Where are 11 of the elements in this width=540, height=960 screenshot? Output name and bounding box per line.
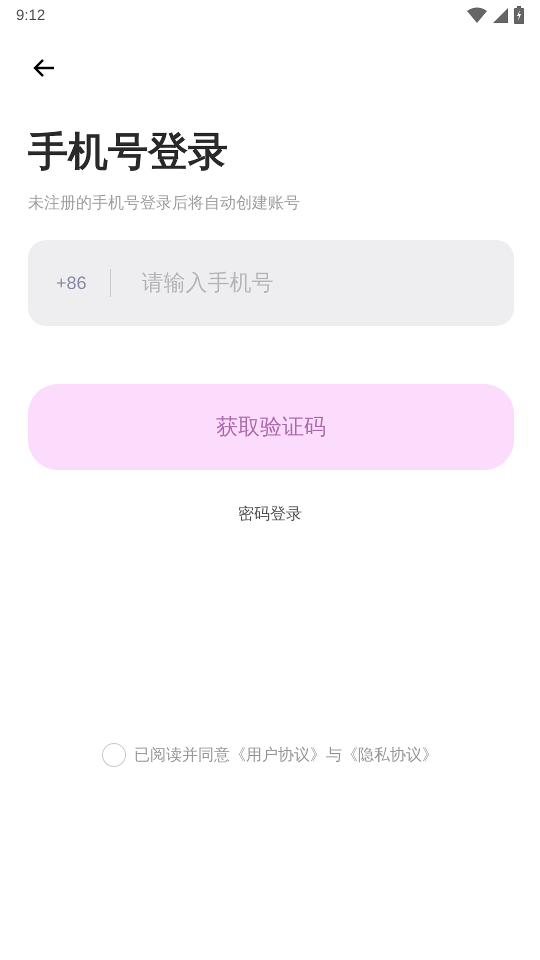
wifi-icon [467, 7, 487, 23]
subtitle: 未注册的手机号登录后将自动创建账号 [28, 192, 301, 214]
status-time: 9:12 [16, 6, 46, 24]
phone-input-field[interactable]: +86 请输入手机号 [28, 240, 514, 326]
signal-icon [493, 8, 508, 22]
battery-icon [514, 6, 524, 24]
agreement-checkbox[interactable] [102, 743, 126, 767]
agreement-text: 已阅读并同意《用户协议》与《隐私协议》 [134, 744, 438, 766]
page-title: 手机号登录 [28, 128, 229, 177]
country-code[interactable]: +86 [56, 272, 87, 294]
password-login-link[interactable]: 密码登录 [238, 504, 302, 525]
